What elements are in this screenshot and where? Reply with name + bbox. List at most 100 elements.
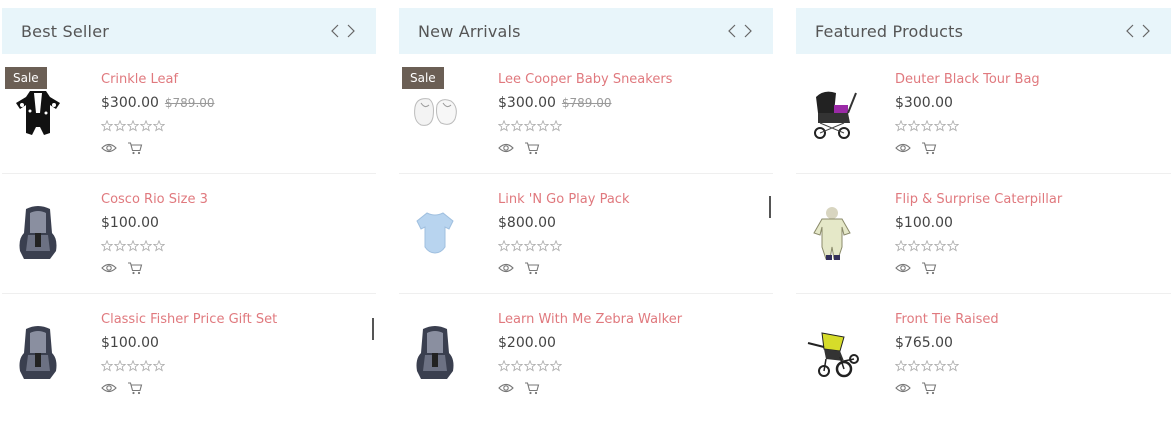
star-icon — [920, 357, 934, 372]
star-icon — [523, 357, 537, 372]
product-info: Crinkle Leaf $300.00 $789.00 — [100, 71, 215, 155]
star-icon — [523, 117, 537, 132]
product-name-link[interactable]: Classic Fisher Price Gift Set — [101, 311, 277, 329]
cart-icon[interactable] — [921, 260, 937, 275]
product-name-link[interactable]: Flip & Surprise Caterpillar — [895, 191, 1062, 209]
bodysuit-icon — [407, 203, 463, 267]
eye-icon[interactable] — [101, 140, 117, 154]
product-info: Cosco Rio Size 3 $100.00 — [100, 191, 208, 275]
star-icon — [894, 117, 908, 132]
product-price-row: $765.00 — [895, 333, 999, 353]
eye-icon[interactable] — [895, 140, 911, 154]
star-icon — [946, 117, 960, 132]
eye-icon[interactable] — [101, 380, 117, 394]
star-icon — [126, 357, 140, 372]
star-icon — [497, 117, 511, 132]
product-price: $100.00 — [101, 335, 159, 351]
column-title: Best Seller — [21, 21, 110, 41]
sale-badge: Sale — [402, 67, 444, 89]
product-price: $300.00 — [895, 95, 953, 111]
product-item: Sale Lee Cooper Baby Sneakers $300.00 $78… — [399, 54, 773, 174]
product-column-3: Featured Products Deuter Black Tour Bag … — [796, 8, 1171, 414]
star-icon — [920, 237, 934, 252]
car-seat-icon — [10, 203, 66, 267]
star-icon — [510, 237, 524, 252]
eye-icon[interactable] — [498, 260, 514, 274]
product-image[interactable] — [796, 314, 868, 396]
product-actions — [101, 380, 277, 395]
rating-stars — [100, 357, 277, 372]
product-info: Classic Fisher Price Gift Set $100.00 — [100, 311, 277, 395]
product-image[interactable] — [2, 314, 74, 396]
cart-icon[interactable] — [921, 140, 937, 155]
carousel-nav — [727, 24, 753, 38]
cart-icon[interactable] — [524, 140, 540, 155]
cart-icon[interactable] — [127, 260, 143, 275]
product-price-row: $300.00 — [895, 93, 1040, 113]
product-price-row: $300.00 $789.00 — [101, 93, 215, 113]
product-name-link[interactable]: Front Tie Raised — [895, 311, 999, 329]
product-price: $300.00 — [101, 95, 159, 111]
product-price-row: $100.00 — [101, 213, 208, 233]
product-actions — [101, 260, 208, 275]
product-price: $800.00 — [498, 215, 556, 231]
column-header: Best Seller — [2, 8, 376, 54]
star-icon — [549, 357, 563, 372]
chevron-right-icon[interactable] — [1141, 24, 1151, 38]
product-actions — [498, 260, 630, 275]
product-image[interactable] — [399, 314, 471, 396]
cart-icon[interactable] — [127, 380, 143, 395]
eye-icon[interactable] — [498, 380, 514, 394]
star-icon — [100, 357, 114, 372]
chevron-left-icon[interactable] — [1125, 24, 1135, 38]
product-name-link[interactable]: Learn With Me Zebra Walker — [498, 311, 682, 329]
product-item: Front Tie Raised $765.00 — [796, 294, 1171, 414]
product-image[interactable] — [2, 194, 74, 276]
star-icon — [139, 117, 153, 132]
product-image[interactable] — [796, 74, 868, 156]
eye-icon[interactable] — [895, 260, 911, 274]
product-image[interactable] — [796, 194, 868, 276]
product-name-link[interactable]: Lee Cooper Baby Sneakers — [498, 71, 672, 89]
star-icon — [126, 117, 140, 132]
product-image[interactable] — [399, 194, 471, 276]
car-seat-icon — [10, 323, 66, 387]
cart-icon[interactable] — [127, 140, 143, 155]
chevron-left-icon[interactable] — [330, 24, 340, 38]
product-actions — [895, 140, 1040, 155]
chevron-right-icon[interactable] — [346, 24, 356, 38]
rating-stars — [497, 237, 630, 252]
product-name-link[interactable]: Crinkle Leaf — [101, 71, 215, 89]
star-icon — [100, 117, 114, 132]
cart-icon[interactable] — [524, 380, 540, 395]
star-icon — [894, 237, 908, 252]
rating-stars — [497, 357, 682, 372]
product-price-row: $800.00 — [498, 213, 630, 233]
eye-icon[interactable] — [498, 140, 514, 154]
text-cursor — [372, 318, 374, 340]
star-icon — [497, 357, 511, 372]
star-icon — [152, 237, 166, 252]
star-icon — [907, 237, 921, 252]
star-icon — [139, 357, 153, 372]
eye-icon[interactable] — [101, 260, 117, 274]
star-icon — [549, 237, 563, 252]
old-price: $789.00 — [164, 96, 215, 110]
cart-icon[interactable] — [524, 260, 540, 275]
chevron-left-icon[interactable] — [727, 24, 737, 38]
star-icon — [510, 357, 524, 372]
product-actions — [895, 260, 1062, 275]
column-title: Featured Products — [815, 21, 964, 41]
product-item: Link 'N Go Play Pack $800.00 — [399, 174, 773, 294]
product-name-link[interactable]: Deuter Black Tour Bag — [895, 71, 1040, 89]
product-info: Lee Cooper Baby Sneakers $300.00 $789.00 — [497, 71, 672, 155]
cart-icon[interactable] — [921, 380, 937, 395]
chevron-right-icon[interactable] — [743, 24, 753, 38]
product-name-link[interactable]: Link 'N Go Play Pack — [498, 191, 630, 209]
product-item: Flip & Surprise Caterpillar $100.00 — [796, 174, 1171, 294]
product-price-row: $300.00 $789.00 — [498, 93, 672, 113]
product-price: $200.00 — [498, 335, 556, 351]
star-icon — [907, 357, 921, 372]
product-name-link[interactable]: Cosco Rio Size 3 — [101, 191, 208, 209]
eye-icon[interactable] — [895, 380, 911, 394]
